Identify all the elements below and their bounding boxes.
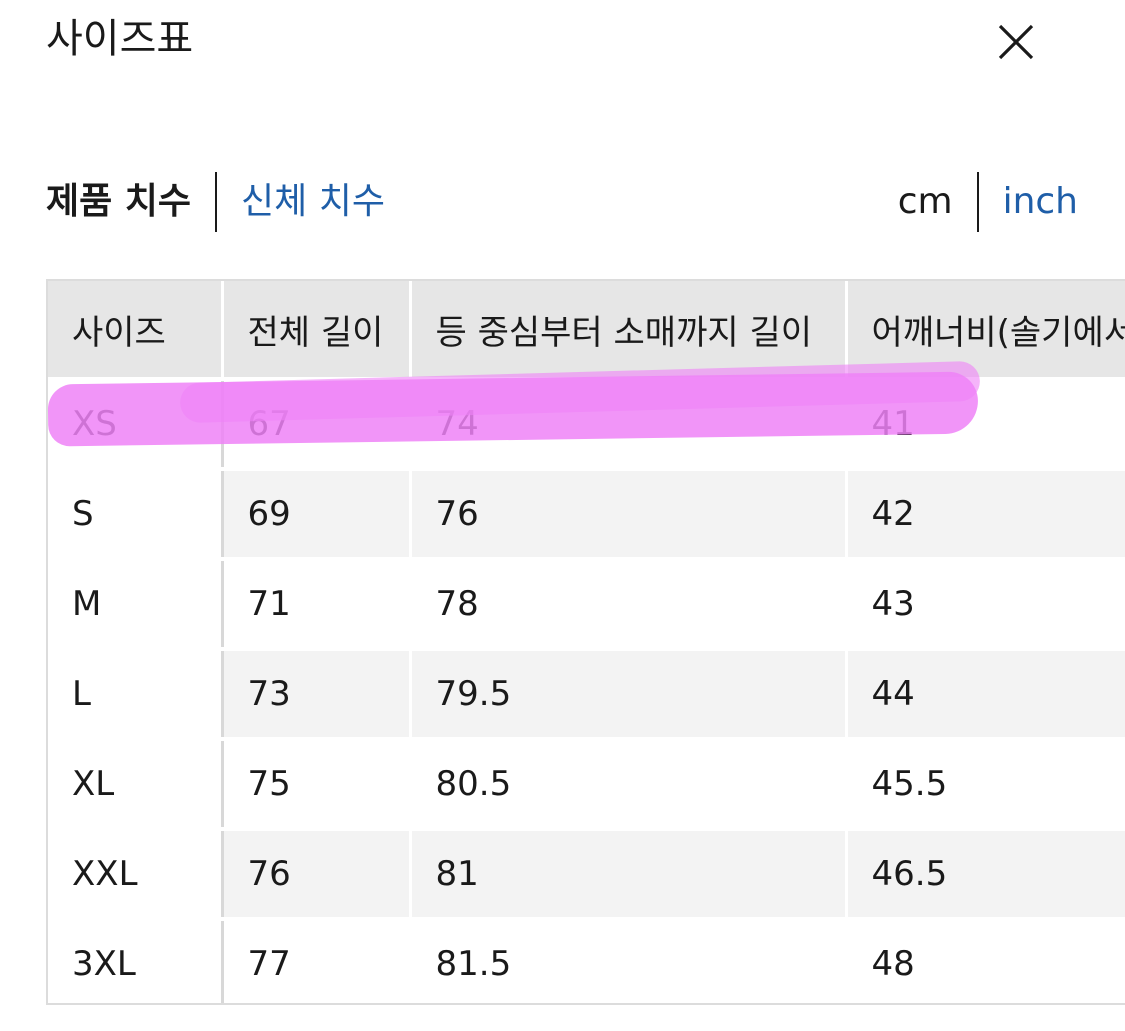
unit-toggle: cm inch (898, 172, 1078, 232)
table-header-row: 사이즈 전체 길이 등 중심부터 소매까지 길이 어깨너비(솔기에서 (48, 281, 1125, 379)
cell-size: XL (48, 737, 224, 829)
cell-shoulder-width: 42 (846, 467, 1125, 559)
close-button[interactable] (994, 20, 1038, 64)
cell-total-length: 77 (222, 917, 412, 1003)
size-chart-page: 사이즈표 제품 치수 신체 치수 cm inch 사이즈 전체 길이 등 중심부… (0, 0, 1125, 1031)
unit-inch[interactable]: inch (1003, 177, 1078, 227)
header-total-length: 전체 길이 (222, 281, 412, 379)
cell-sleeve-length: 79.5 (410, 647, 848, 739)
table-row: 3XL 77 81.5 48 (48, 917, 1125, 1003)
tab-product-measurements[interactable]: 제품 치수 (46, 177, 191, 227)
cell-shoulder-width: 44 (846, 647, 1125, 739)
cell-shoulder-width: 43 (846, 557, 1125, 649)
tab-divider (215, 172, 218, 232)
cell-sleeve-length: 81.5 (410, 917, 848, 1003)
tab-body-measurements[interactable]: 신체 치수 (241, 177, 385, 227)
unit-cm[interactable]: cm (898, 177, 953, 227)
size-table: 사이즈 전체 길이 등 중심부터 소매까지 길이 어깨너비(솔기에서 XS 67… (48, 281, 1125, 1003)
cell-shoulder-width: 41 (846, 377, 1125, 469)
table-row: XL 75 80.5 45.5 (48, 737, 1125, 829)
cell-shoulder-width: 48 (846, 917, 1125, 1003)
header-shoulder-width: 어깨너비(솔기에서 (846, 281, 1125, 379)
cell-sleeve-length: 76 (410, 467, 848, 559)
table-row: XXL 76 81 46.5 (48, 827, 1125, 919)
cell-size: S (48, 467, 224, 559)
close-icon (998, 24, 1034, 60)
cell-sleeve-length: 74 (410, 377, 848, 469)
cell-size: XS (48, 377, 224, 469)
size-table-container[interactable]: 사이즈 전체 길이 등 중심부터 소매까지 길이 어깨너비(솔기에서 XS 67… (46, 279, 1125, 1005)
cell-total-length: 73 (222, 647, 412, 739)
cell-size: L (48, 647, 224, 739)
header-sleeve-length: 등 중심부터 소매까지 길이 (410, 281, 848, 379)
cell-size: 3XL (48, 917, 224, 1003)
header-size: 사이즈 (48, 281, 224, 379)
table-row: S 69 76 42 (48, 467, 1125, 559)
table-row: XS 67 74 41 (48, 377, 1125, 469)
cell-total-length: 67 (222, 377, 412, 469)
page-title: 사이즈표 (46, 16, 194, 62)
cell-shoulder-width: 45.5 (846, 737, 1125, 829)
cell-sleeve-length: 78 (410, 557, 848, 649)
cell-total-length: 76 (222, 827, 412, 919)
cell-shoulder-width: 46.5 (846, 827, 1125, 919)
cell-sleeve-length: 81 (410, 827, 848, 919)
measurement-tabs: 제품 치수 신체 치수 (46, 172, 385, 232)
unit-divider (976, 172, 979, 232)
cell-total-length: 71 (222, 557, 412, 649)
table-row: L 73 79.5 44 (48, 647, 1125, 739)
cell-sleeve-length: 80.5 (410, 737, 848, 829)
cell-total-length: 75 (222, 737, 412, 829)
cell-size: XXL (48, 827, 224, 919)
cell-size: M (48, 557, 224, 649)
cell-total-length: 69 (222, 467, 412, 559)
table-row: M 71 78 43 (48, 557, 1125, 649)
